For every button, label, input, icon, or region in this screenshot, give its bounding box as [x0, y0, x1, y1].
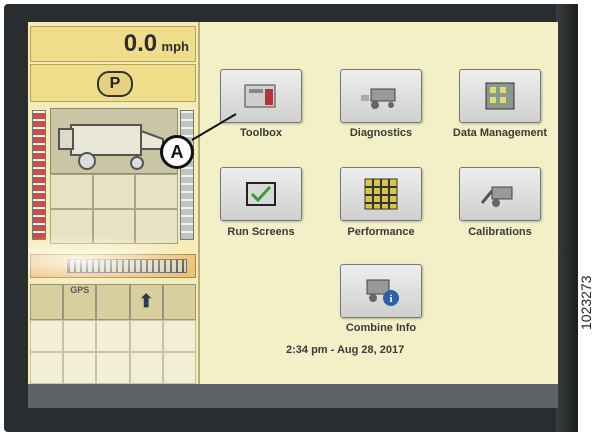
calibrations-icon	[480, 186, 513, 207]
shortcut-grid	[30, 320, 196, 384]
bottom-bar	[28, 384, 558, 408]
beacon-icon[interactable]	[135, 209, 178, 244]
speed-readout: 0.0 mph	[30, 26, 196, 62]
display-screen: 0.0 mph P GPS ⬆ Toolbox Diagnostics Data…	[28, 22, 558, 384]
diagnostics-icon	[361, 88, 396, 109]
fan-icon[interactable]	[50, 174, 93, 209]
speed-unit: mph	[161, 39, 189, 54]
callout-a: A	[160, 135, 194, 169]
svg-text:i: i	[389, 293, 392, 305]
data-management-icon	[485, 82, 515, 110]
empty-slot	[162, 284, 196, 320]
combine-info-icon: i	[366, 279, 399, 306]
gps-button[interactable]: GPS	[63, 284, 97, 320]
combine-info-label: Combine Info	[345, 322, 417, 334]
calibrations-button[interactable]	[459, 167, 541, 221]
data-management-label: Data Management	[452, 127, 548, 139]
run-screens-icon	[246, 182, 276, 206]
performance-icon	[364, 178, 398, 210]
performance-label: Performance	[347, 226, 415, 238]
shortcut-slot[interactable]	[30, 352, 64, 384]
figure-number: 1023273	[578, 275, 594, 330]
calibrations-label: Calibrations	[468, 226, 532, 238]
diagnostics-button[interactable]	[340, 69, 422, 123]
data-management-button[interactable]	[459, 69, 541, 123]
shortcut-slot[interactable]	[162, 352, 196, 384]
shortcut-slot[interactable]	[63, 320, 97, 352]
slope-icon[interactable]	[92, 174, 136, 209]
shortcut-slot[interactable]	[129, 320, 163, 352]
light-icon[interactable]	[50, 209, 93, 244]
diagnostics-label: Diagnostics	[349, 127, 413, 139]
up-arrow-icon[interactable]: ⬆	[129, 284, 163, 320]
status-panel: 0.0 mph P GPS ⬆	[28, 22, 200, 384]
shortcut-slot[interactable]	[63, 352, 97, 384]
fill-bar	[30, 254, 196, 278]
toolbox-icon	[244, 84, 276, 108]
combine-info-button[interactable]: i	[340, 264, 422, 318]
field-icon[interactable]	[30, 284, 64, 320]
run-screens-button[interactable]	[220, 167, 302, 221]
left-level-gauge	[32, 110, 46, 240]
tool-strip: GPS ⬆	[30, 284, 196, 320]
date-time: 2:34 pm - Aug 28, 2017	[286, 344, 405, 356]
arrows-icon[interactable]	[92, 209, 136, 244]
speed-value: 0.0	[123, 30, 158, 57]
park-brake-icon: P	[97, 71, 133, 97]
run-screens-label: Run Screens	[227, 226, 295, 238]
bezel-right-edge	[556, 4, 578, 432]
combine-status-icon[interactable]	[50, 108, 178, 174]
wrench-icon[interactable]	[96, 284, 130, 320]
shortcut-slot[interactable]	[162, 320, 196, 352]
sieve-icon[interactable]	[135, 174, 178, 209]
shortcut-slot[interactable]	[96, 320, 130, 352]
shortcut-slot[interactable]	[30, 320, 64, 352]
function-grid	[50, 174, 178, 244]
shortcut-slot[interactable]	[96, 352, 130, 384]
performance-button[interactable]	[340, 167, 422, 221]
park-indicator-box: P	[30, 64, 196, 102]
gps-label: GPS	[70, 285, 90, 295]
fill-bar-scale	[67, 259, 187, 273]
shortcut-slot[interactable]	[129, 352, 163, 384]
photo-frame: 0.0 mph P GPS ⬆ Toolbox Diagnostics Data…	[0, 0, 608, 435]
